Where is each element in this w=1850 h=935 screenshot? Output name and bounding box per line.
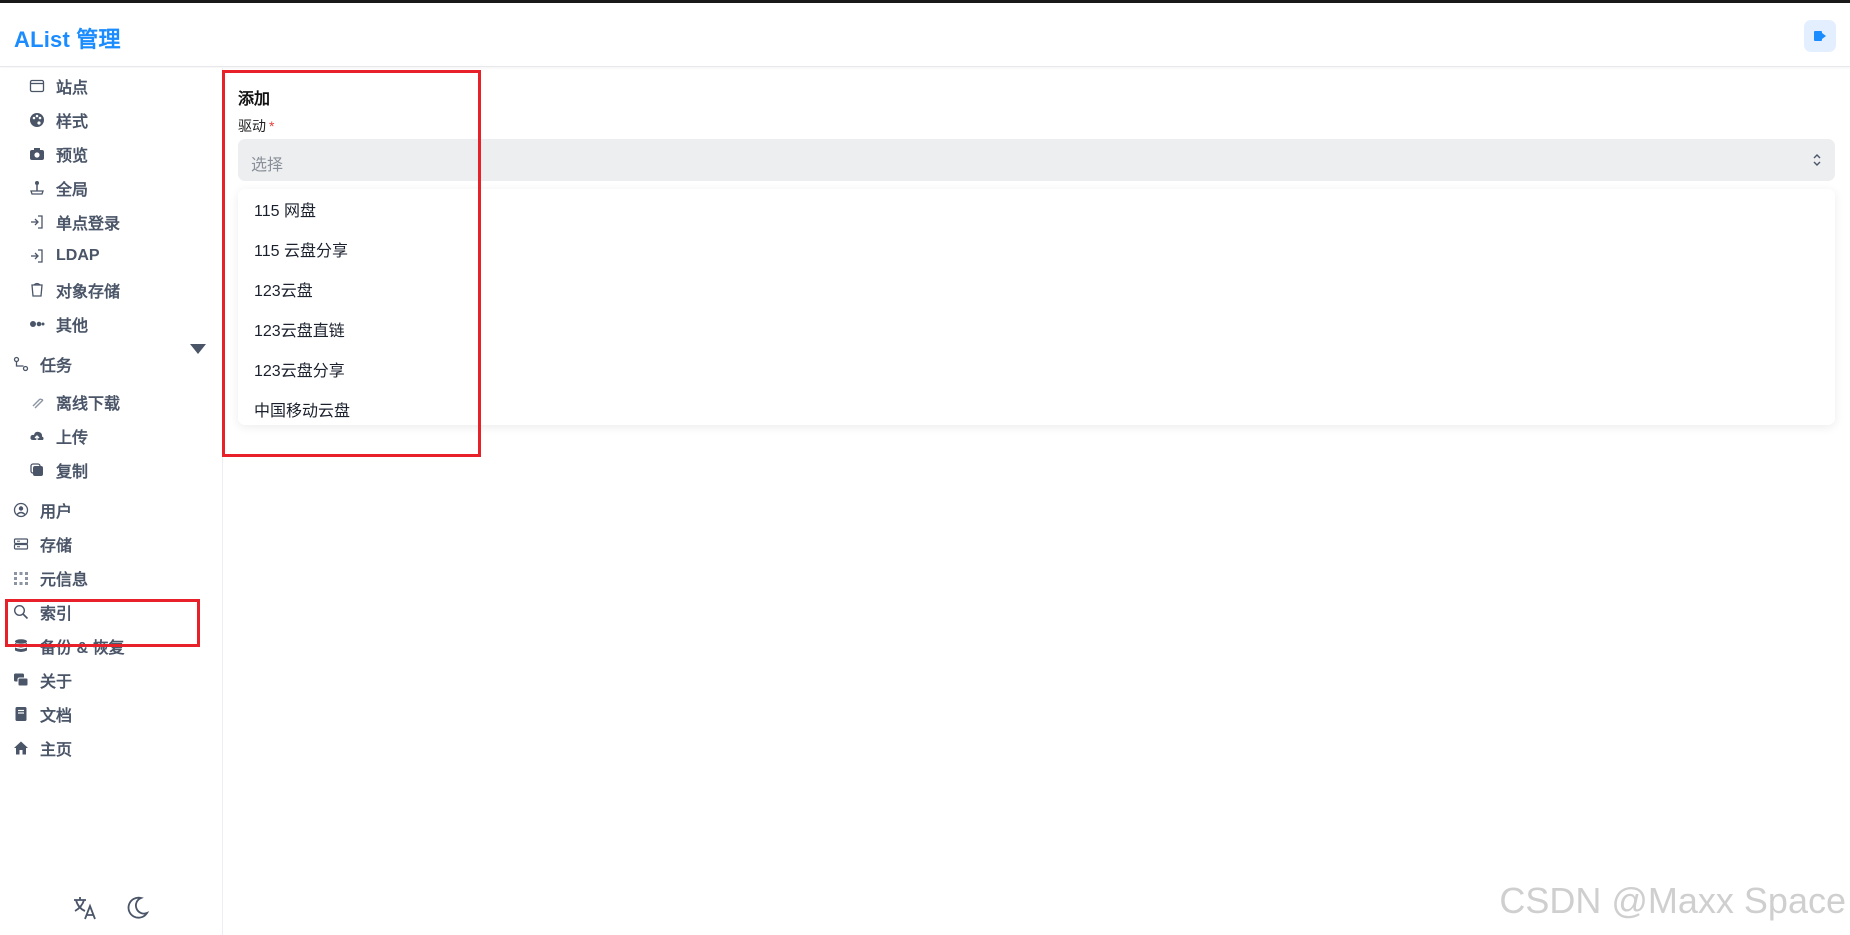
sidebar-item-site[interactable]: 站点: [28, 68, 88, 104]
sidebar-item-label: 元信息: [40, 572, 89, 589]
sidebar-footer: [70, 893, 152, 923]
sidebar-item-meta[interactable]: 元信息: [12, 560, 88, 596]
sidebar-item-label: 主页: [40, 742, 73, 759]
sidebar-item-about[interactable]: 关于: [12, 662, 72, 698]
sidebar-item-label: 对象存储: [56, 284, 121, 301]
copy-icon: [28, 461, 46, 479]
sidebar-item-label: 上传: [56, 430, 89, 447]
user-circle-icon: [12, 501, 30, 519]
sidebar-item-preview[interactable]: 预览: [28, 136, 88, 172]
sidebar-item-label: 其他: [56, 318, 89, 335]
sidebar-item-home[interactable]: 主页: [12, 730, 72, 766]
sidebar-item-storage[interactable]: 存储: [12, 526, 72, 562]
sidebar-item-other[interactable]: 其他: [28, 306, 88, 342]
sidebar-item-label: 存储: [40, 538, 73, 555]
sidebar-item-label: 预览: [56, 148, 89, 165]
sidebar-item-label: 文档: [40, 708, 73, 725]
sidebar-item-label: 站点: [56, 80, 89, 97]
sidebar-group-tasks[interactable]: 任务: [12, 346, 72, 382]
translate-icon[interactable]: [70, 893, 100, 923]
sidebar-item-docs[interactable]: 文档: [12, 696, 72, 732]
login-icon: [28, 213, 46, 231]
sidebar-item-label: 样式: [56, 114, 89, 131]
sidebar-item-copy[interactable]: 复制: [28, 452, 88, 488]
browser-icon: [28, 77, 46, 95]
cloud-upload-icon: [28, 427, 46, 445]
sidebar-item-label: 复制: [56, 464, 89, 481]
sidebar-item-label: 用户: [40, 504, 73, 521]
sidebar-item-label: LDAP: [56, 247, 100, 264]
flow-icon: [12, 355, 30, 373]
sidebar: 站点 样式 预览 全局 单点登录 LDAP 对象存储 其他 任务 离线下载 上传: [0, 68, 223, 935]
home-icon: [12, 739, 30, 757]
logout-button[interactable]: [1804, 20, 1836, 52]
sidebar-item-object-storage[interactable]: 对象存储: [28, 272, 120, 308]
moon-icon[interactable]: [122, 893, 152, 923]
sidebar-item-users[interactable]: 用户: [12, 492, 72, 528]
palette-icon: [28, 111, 46, 129]
sidebar-item-upload[interactable]: 上传: [28, 418, 88, 454]
highlight-box-dropdown: [222, 70, 481, 457]
dots-icon: [28, 315, 46, 333]
highlight-box-storage: [5, 599, 200, 647]
sidebar-item-offline-download[interactable]: 离线下载: [28, 384, 120, 420]
watermark-text: CSDN @Maxx Space: [1499, 880, 1846, 921]
sidebar-item-label: 单点登录: [56, 216, 121, 233]
login-icon: [28, 247, 46, 265]
sidebar-item-sso[interactable]: 单点登录: [28, 204, 120, 240]
camera-icon: [28, 145, 46, 163]
chat-icon: [12, 671, 30, 689]
storage-icon: [12, 535, 30, 553]
joystick-icon: [28, 179, 46, 197]
book-icon: [12, 705, 30, 723]
sidebar-item-global[interactable]: 全局: [28, 170, 88, 206]
sidebar-item-label: 离线下载: [56, 396, 121, 413]
sidebar-item-label: 全局: [56, 182, 89, 199]
chevron-down-icon[interactable]: [190, 344, 206, 354]
sidebar-group-label: 任务: [40, 358, 73, 375]
magnet-icon: [28, 393, 46, 411]
logout-icon: [1814, 31, 1826, 41]
sidebar-item-label: 关于: [40, 674, 73, 691]
bucket-icon: [28, 281, 46, 299]
sidebar-item-ldap[interactable]: LDAP: [28, 238, 100, 274]
top-header: AList 管理: [0, 3, 1850, 67]
chevron-updown-icon: [1813, 154, 1821, 166]
meta-icon: [12, 569, 30, 587]
sidebar-item-style[interactable]: 样式: [28, 102, 88, 138]
app-title[interactable]: AList 管理: [14, 22, 121, 54]
